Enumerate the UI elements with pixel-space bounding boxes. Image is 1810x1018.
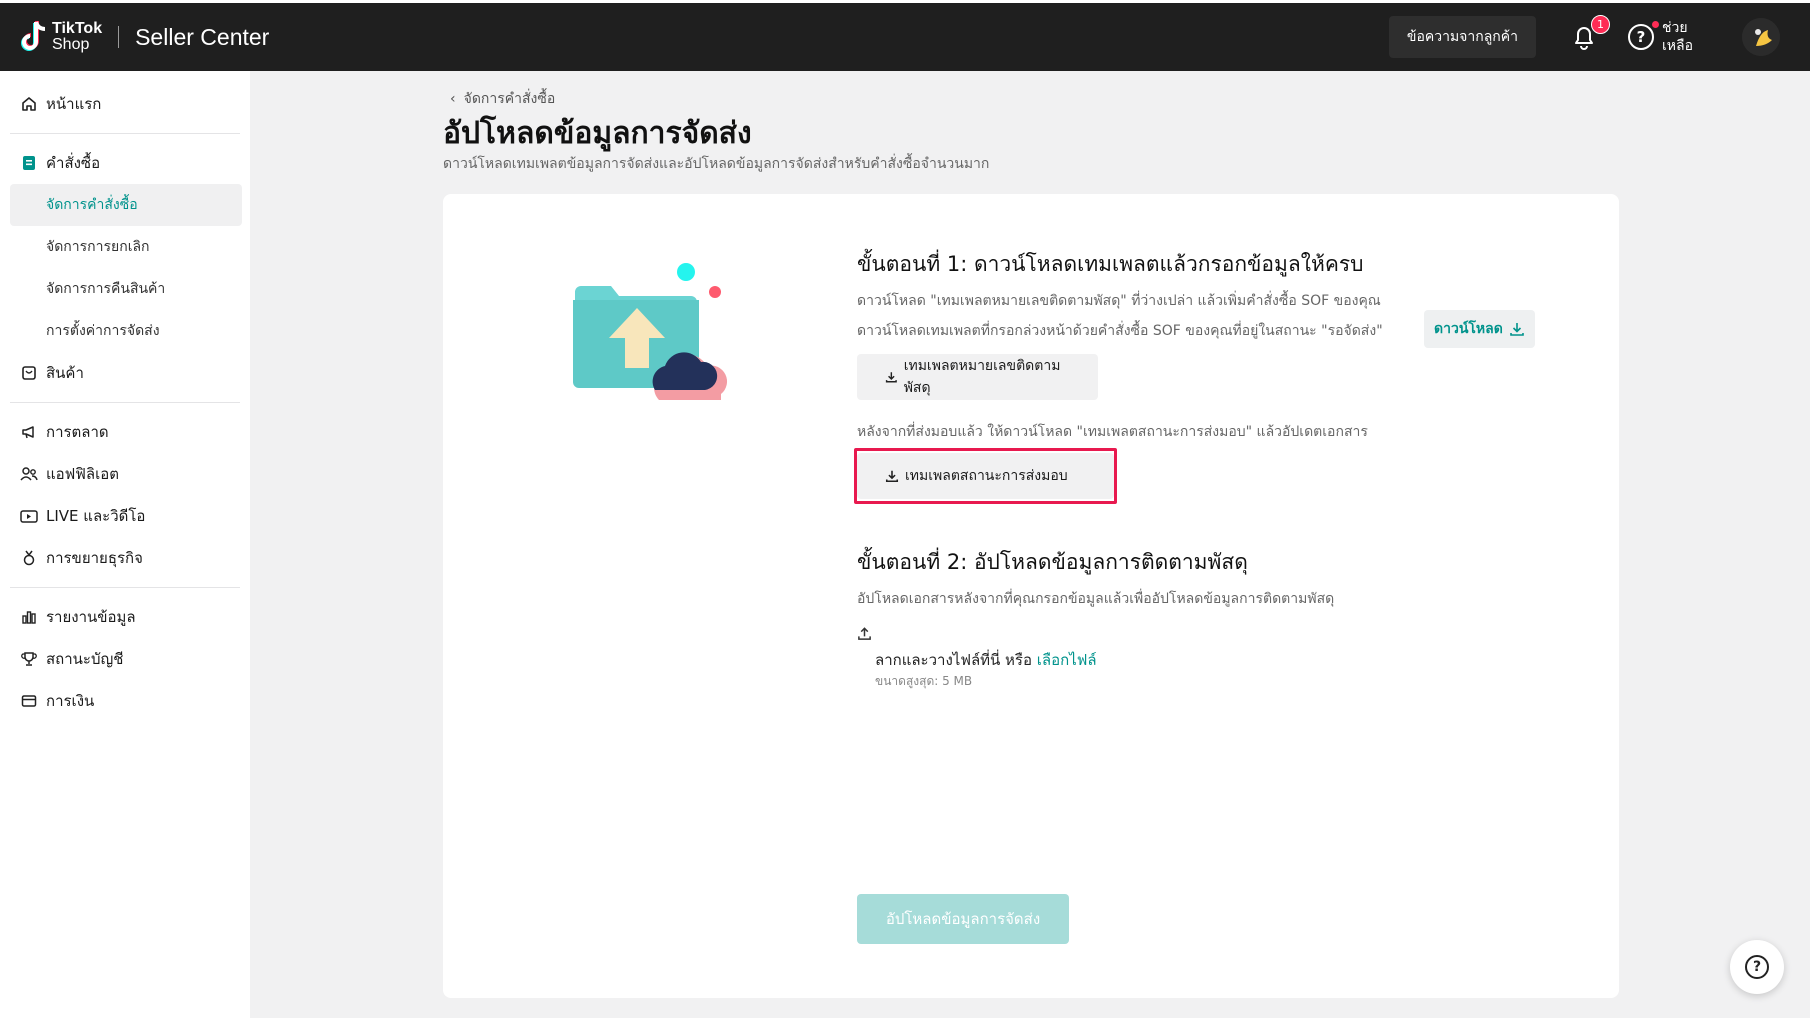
sidebar-item-live-video[interactable]: LIVE และวิดีโอ [0, 495, 250, 537]
sidebar-item-growth[interactable]: การขยายธุรกิจ [0, 537, 250, 579]
trophy-icon [20, 650, 38, 668]
sidebar-item-label: รายงานข้อมูล [46, 608, 136, 626]
notifications-button[interactable]: 1 [1566, 15, 1610, 55]
download-prefilled-link[interactable]: ดาวน์โหลด [1424, 310, 1535, 348]
sidebar-item-label: หน้าแรก [46, 95, 102, 113]
chevron-left-icon: ‹ [450, 91, 456, 107]
help-label: ช่วยเหลือ [1662, 20, 1694, 54]
avatar[interactable] [1742, 18, 1780, 56]
tracking-template-label: เทมเพลตหมายเลขติดตามพัสดุ [903, 358, 1061, 396]
sidebar-item-account-status[interactable]: สถานะบัญชี [0, 638, 250, 680]
help-icon: ? [1628, 21, 1659, 50]
step2-description: อัปโหลดเอกสารหลังจากที่คุณกรอกข้อมูลแล้ว… [857, 591, 1335, 607]
product-box-icon [20, 364, 38, 382]
home-icon [20, 95, 38, 113]
app-title: Seller Center [135, 23, 270, 50]
help-dot [1652, 21, 1659, 28]
sidebar-item-affiliate[interactable]: แอฟฟิลิเอต [0, 453, 250, 495]
tiktok-shop-logo[interactable]: TikTok Shop [18, 18, 102, 56]
top-bar: TikTok Shop Seller Center ข้อความจากลูกค… [0, 0, 1810, 71]
floating-help-button[interactable]: ? [1730, 940, 1784, 994]
sidebar-item-reports[interactable]: รายงานข้อมูล [0, 596, 250, 638]
upload-shipping-data-button[interactable]: อัปโหลดข้อมูลการจัดส่ง [857, 894, 1069, 944]
upload-icon [857, 626, 872, 645]
sidebar-item-products[interactable]: สินค้า [0, 352, 250, 394]
sidebar-item-home[interactable]: หน้าแรก [0, 83, 250, 125]
video-icon [20, 507, 38, 525]
sidebar-item-shipping-settings[interactable]: การตั้งค่าการจัดส่ง [0, 310, 250, 352]
sidebar-item-marketing[interactable]: การตลาด [0, 411, 250, 453]
sidebar-item-orders[interactable]: คำสั่งซื้อ [0, 142, 250, 184]
sidebar-item-label: การตลาด [46, 423, 109, 441]
notification-badge: 1 [1591, 15, 1610, 34]
download-icon [885, 372, 897, 383]
step1-line1: ดาวน์โหลด "เทมเพลตหมายเลขติดตามพัสดุ" ที… [857, 293, 1381, 309]
medal-icon [20, 549, 38, 567]
bar-chart-icon [20, 608, 38, 626]
upload-card: ขั้นตอนที่ 1: ดาวน์โหลดเทมเพลตแล้วกรอกข้… [443, 194, 1619, 998]
sidebar-item-label: แอฟฟิลิเอต [46, 465, 119, 483]
avatar-image-icon [1742, 18, 1780, 56]
choose-file-link[interactable]: เลือกไฟล์ [1037, 651, 1097, 669]
sidebar-divider [10, 402, 240, 403]
page-subtitle: ดาวน์โหลดเทมเพลตข้อมูลการจัดส่งและอัปโหล… [443, 156, 990, 172]
sidebar-item-manage-returns[interactable]: จัดการการคืนสินค้า [0, 268, 250, 310]
sidebar-divider [10, 587, 240, 588]
max-file-size: ขนาดสูงสุด: 5 MB [875, 674, 973, 688]
sidebar-divider [10, 133, 240, 134]
download-icon [1510, 323, 1524, 336]
orders-icon [20, 154, 38, 172]
sidebar-item-label: สถานะบัญชี [46, 650, 124, 668]
wallet-icon [20, 692, 38, 710]
sidebar-item-manage-orders[interactable]: จัดการคำสั่งซื้อ [10, 184, 242, 226]
sidebar-item-label: LIVE และวิดีโอ [46, 507, 146, 525]
logo-line-2: Shop [52, 36, 90, 53]
help-button[interactable]: ? ช่วยเหลือ [1628, 19, 1700, 55]
tiktok-logo-icon [21, 21, 46, 51]
sidebar-item-manage-cancellations[interactable]: จัดการการยกเลิก [0, 226, 250, 268]
customer-messages-button[interactable]: ข้อความจากลูกค้า [1388, 16, 1536, 58]
megaphone-icon [20, 423, 38, 441]
users-icon [20, 465, 38, 483]
sidebar-item-finance[interactable]: การเงิน [0, 680, 250, 722]
logo-divider [118, 26, 120, 48]
breadcrumb[interactable]: ‹ จัดการคำสั่งซื้อ [450, 88, 555, 110]
step2-title: ขั้นตอนที่ 2: อัปโหลดข้อมูลการติดตามพัสด… [857, 550, 1248, 574]
sidebar-item-label: คำสั่งซื้อ [46, 154, 101, 172]
breadcrumb-label: จัดการคำสั่งซื้อ [463, 91, 556, 107]
after-delivery-text: หลังจากที่ส่งมอบแล้ว ให้ดาวน์โหลด "เทมเพ… [857, 424, 1368, 440]
sidebar-item-label: การเงิน [46, 692, 95, 710]
sidebar: หน้าแรก คำสั่งซื้อ จัดการคำสั่งซื้อ จัดก… [0, 71, 250, 1018]
download-link-label: ดาวน์โหลด [1434, 321, 1503, 337]
highlight-box [854, 448, 1117, 504]
logo-line-1: TikTok [52, 20, 103, 37]
folder-upload-illustration-icon [573, 263, 728, 400]
page-title: อัปโหลดข้อมูลการจัดส่ง [443, 116, 752, 151]
drop-text: ลากและวางไฟล์ที่นี่ หรือ [875, 651, 1033, 669]
step1-title: ขั้นตอนที่ 1: ดาวน์โหลดเทมเพลตแล้วกรอกข้… [857, 252, 1364, 276]
sidebar-item-label: สินค้า [46, 364, 84, 382]
file-drop-zone[interactable]: ลากและวางไฟล์ที่นี่ หรือ เลือกไฟล์ [875, 648, 1097, 672]
step1-line2: ดาวน์โหลดเทมเพลตที่กรอกล่วงหน้าด้วยคำสั่… [857, 323, 1383, 339]
tracking-template-button[interactable]: เทมเพลตหมายเลขติดตามพัสดุ [857, 354, 1098, 400]
sidebar-item-label: การขยายธุรกิจ [46, 549, 143, 567]
question-icon: ? [1745, 955, 1769, 979]
